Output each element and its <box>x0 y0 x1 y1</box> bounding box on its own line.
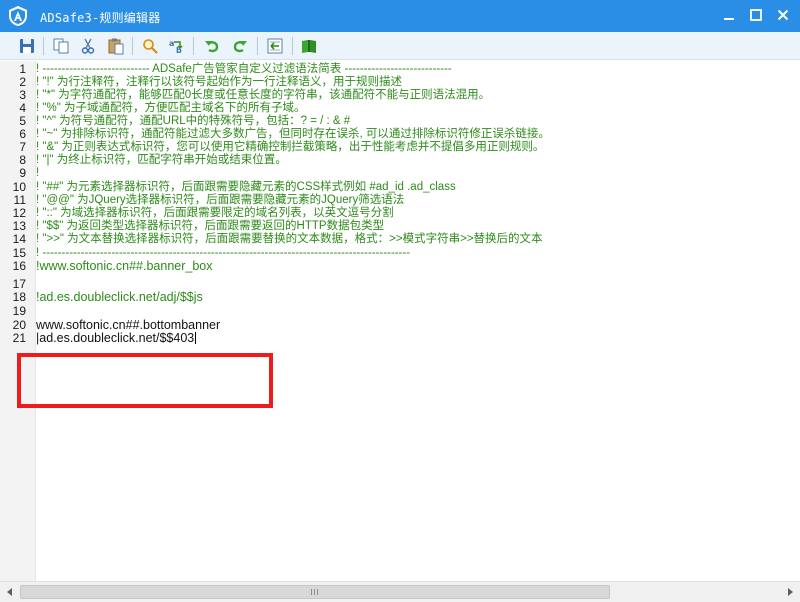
minimize-icon[interactable] <box>716 4 742 26</box>
text-cursor <box>195 332 197 344</box>
scroll-left-icon[interactable] <box>3 585 17 599</box>
book-icon[interactable] <box>299 36 319 56</box>
line-text: ! "::" 为域选择器标识符，后面跟需要限定的域名列表，以英文逗号分割 <box>36 207 394 219</box>
line-text: ! "^" 为符号通配符，通配URL中的特殊符号，包括：? = / : & # <box>36 115 351 127</box>
line-text: !www.softonic.cn##.banner_box <box>36 259 213 273</box>
rule-editor[interactable]: 1! ---------------------------- ADSafe广告… <box>0 61 800 581</box>
scrollbar-thumb[interactable] <box>20 585 610 599</box>
redo-icon[interactable] <box>230 36 250 56</box>
code-line[interactable]: 8! "|" 为终止标识符，匹配字符串开始或结束位置。 <box>0 154 800 167</box>
code-line[interactable]: 2! "!" 为行注释符，注释行以该符号起始作为一行注释语义，用于规则描述 <box>0 76 800 89</box>
code-line[interactable]: 12! "::" 为域选择器标识符，后面跟需要限定的域名列表，以英文逗号分割 <box>0 207 800 220</box>
line-number: 16 <box>12 259 26 273</box>
line-text: ! "|" 为终止标识符，匹配字符串开始或结束位置。 <box>36 154 287 166</box>
highlight-box <box>17 353 273 408</box>
line-text: ! ">>" 为文本替换选择器标识符，后面跟需要替换的文本数据，格式：>>模式字… <box>36 233 543 245</box>
line-number: 18 <box>12 290 26 304</box>
code-line[interactable]: 19 <box>0 305 800 318</box>
line-number: 21 <box>12 331 26 345</box>
line-text: |ad.es.doubleclick.net/$$403 <box>36 331 197 345</box>
cut-icon[interactable] <box>78 36 98 56</box>
line-text: ! "@@" 为JQuery选择器标识符，后面跟需要隐藏元素的JQuery筛选语… <box>36 194 405 206</box>
adsafe-shield-icon <box>7 5 29 27</box>
code-line[interactable]: 11! "@@" 为JQuery选择器标识符，后面跟需要隐藏元素的JQuery筛… <box>0 194 800 207</box>
code-line[interactable]: 13! "$$" 为返回类型选择器标识符，后面跟需要返回的HTTP数据包类型 <box>0 220 800 233</box>
code-line[interactable]: 18 !ad.es.doubleclick.net/adj/$$js <box>0 291 800 304</box>
code-line[interactable]: 4! "%" 为子域通配符，方便匹配主域名下的所有子域。 <box>0 102 800 115</box>
scroll-right-icon[interactable] <box>783 585 797 599</box>
horizontal-scrollbar[interactable] <box>0 581 800 602</box>
replace-icon[interactable]: ab <box>167 36 187 56</box>
save-icon[interactable] <box>17 36 37 56</box>
code-line[interactable]: 5! "^" 为符号通配符，通配URL中的特殊符号，包括：? = / : & # <box>0 115 800 128</box>
code-line[interactable]: 9! <box>0 167 800 180</box>
line-text: ! "*" 为字符通配符，能够匹配0长度或任意长度的字符串，该通配符不能与正则语… <box>36 89 491 101</box>
undo-icon[interactable] <box>202 36 222 56</box>
line-text: ! "&" 为正则表达式标识符，您可以使用它精确控制拦截策略，出于性能考虑并不提… <box>36 141 545 153</box>
code-line[interactable]: 10! "##" 为元素选择器标识符，后面跟需要隐藏元素的CSS样式例如 #ad… <box>0 181 800 194</box>
paste-icon[interactable] <box>106 36 126 56</box>
line-text: ! "!" 为行注释符，注释行以该符号起始作为一行注释语义，用于规则描述 <box>36 76 402 88</box>
line-text: ! ---------------------------- ADSafe广告管… <box>36 63 452 75</box>
code-line[interactable]: 16 !www.softonic.cn##.banner_box <box>0 260 800 273</box>
svg-text:a: a <box>169 39 174 48</box>
line-text: ! "~" 为排除标识符，通配符能过滤大多数广告，但同时存在误杀, 可以通过排除… <box>36 128 550 140</box>
code-line[interactable]: 1! ---------------------------- ADSafe广告… <box>0 63 800 76</box>
line-text: ! "%" 为子域通配符，方便匹配主域名下的所有子域。 <box>36 102 306 114</box>
maximize-icon[interactable] <box>743 4 769 26</box>
copy-icon[interactable] <box>51 36 71 56</box>
code-line[interactable]: 21 |ad.es.doubleclick.net/$$403 <box>0 332 800 345</box>
line-text: !ad.es.doubleclick.net/adj/$$js <box>36 290 203 304</box>
title-bar: ADSafe3-规则编辑器 <box>0 0 800 32</box>
line-number: 19 <box>12 304 26 318</box>
toolbar: ab <box>0 32 800 60</box>
line-text: ! "$$" 为返回类型选择器标识符，后面跟需要返回的HTTP数据包类型 <box>36 220 385 232</box>
close-icon[interactable] <box>770 4 796 26</box>
code-line[interactable]: 7! "&" 为正则表达式标识符，您可以使用它精确控制拦截策略，出于性能考虑并不… <box>0 141 800 154</box>
line-number: 14 <box>12 232 26 246</box>
code-line[interactable]: 6! "~" 为排除标识符，通配符能过滤大多数广告，但同时存在误杀, 可以通过排… <box>0 128 800 141</box>
window-title: ADSafe3-规则编辑器 <box>40 11 161 25</box>
code-line[interactable]: 3! "*" 为字符通配符，能够匹配0长度或任意长度的字符串，该通配符不能与正则… <box>0 89 800 102</box>
line-number: 9 <box>19 166 26 180</box>
line-text: ! "##" 为元素选择器标识符，后面跟需要隐藏元素的CSS样式例如 #ad_i… <box>36 181 456 193</box>
line-text: ! <box>36 167 40 179</box>
goto-line-icon[interactable] <box>265 36 285 56</box>
find-icon[interactable] <box>140 36 160 56</box>
code-line[interactable]: 14 ! ">>" 为文本替换选择器标识符，后面跟需要替换的文本数据，格式：>>模… <box>0 233 800 246</box>
